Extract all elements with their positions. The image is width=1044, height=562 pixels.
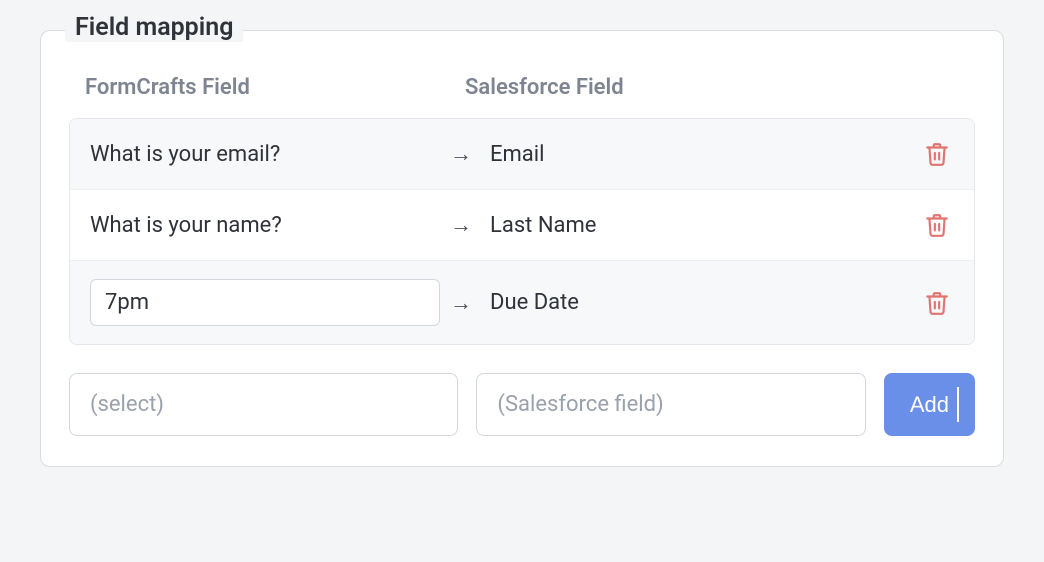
mapping-row: What is your name? → Last Name	[70, 189, 974, 260]
source-select[interactable]: (select)	[69, 373, 458, 436]
header-formcrafts-field: FormCrafts Field	[85, 75, 465, 100]
mapping-target: Email	[490, 142, 908, 167]
delete-button[interactable]	[920, 286, 954, 320]
mapping-list: What is your email? → Email What is your…	[69, 118, 975, 345]
mapping-source: What is your email?	[90, 142, 450, 167]
add-mapping-row: (select) (Salesforce field) Add	[69, 373, 975, 436]
arrow-icon: →	[450, 212, 490, 238]
delete-button[interactable]	[920, 208, 954, 242]
arrow-icon: →	[450, 290, 490, 316]
mapping-source-input[interactable]	[90, 279, 440, 326]
trash-icon	[924, 141, 950, 167]
delete-button[interactable]	[920, 137, 954, 171]
section-title: Field mapping	[65, 13, 243, 42]
mapping-target: Last Name	[490, 213, 908, 238]
add-button-label: Add	[910, 392, 949, 418]
field-mapping-section: Field mapping FormCrafts Field Salesforc…	[40, 30, 1004, 467]
column-headers: FormCrafts Field Salesforce Field	[69, 61, 975, 118]
text-cursor-icon	[957, 387, 959, 422]
add-button[interactable]: Add	[884, 373, 975, 436]
mapping-row: What is your email? → Email	[70, 119, 974, 189]
mapping-target: Due Date	[490, 290, 908, 315]
mapping-row: → Due Date	[70, 260, 974, 344]
mapping-source: What is your name?	[90, 213, 450, 238]
trash-icon	[924, 290, 950, 316]
trash-icon	[924, 212, 950, 238]
target-select[interactable]: (Salesforce field)	[476, 373, 865, 436]
arrow-icon: →	[450, 141, 490, 167]
header-salesforce-field: Salesforce Field	[465, 75, 959, 100]
